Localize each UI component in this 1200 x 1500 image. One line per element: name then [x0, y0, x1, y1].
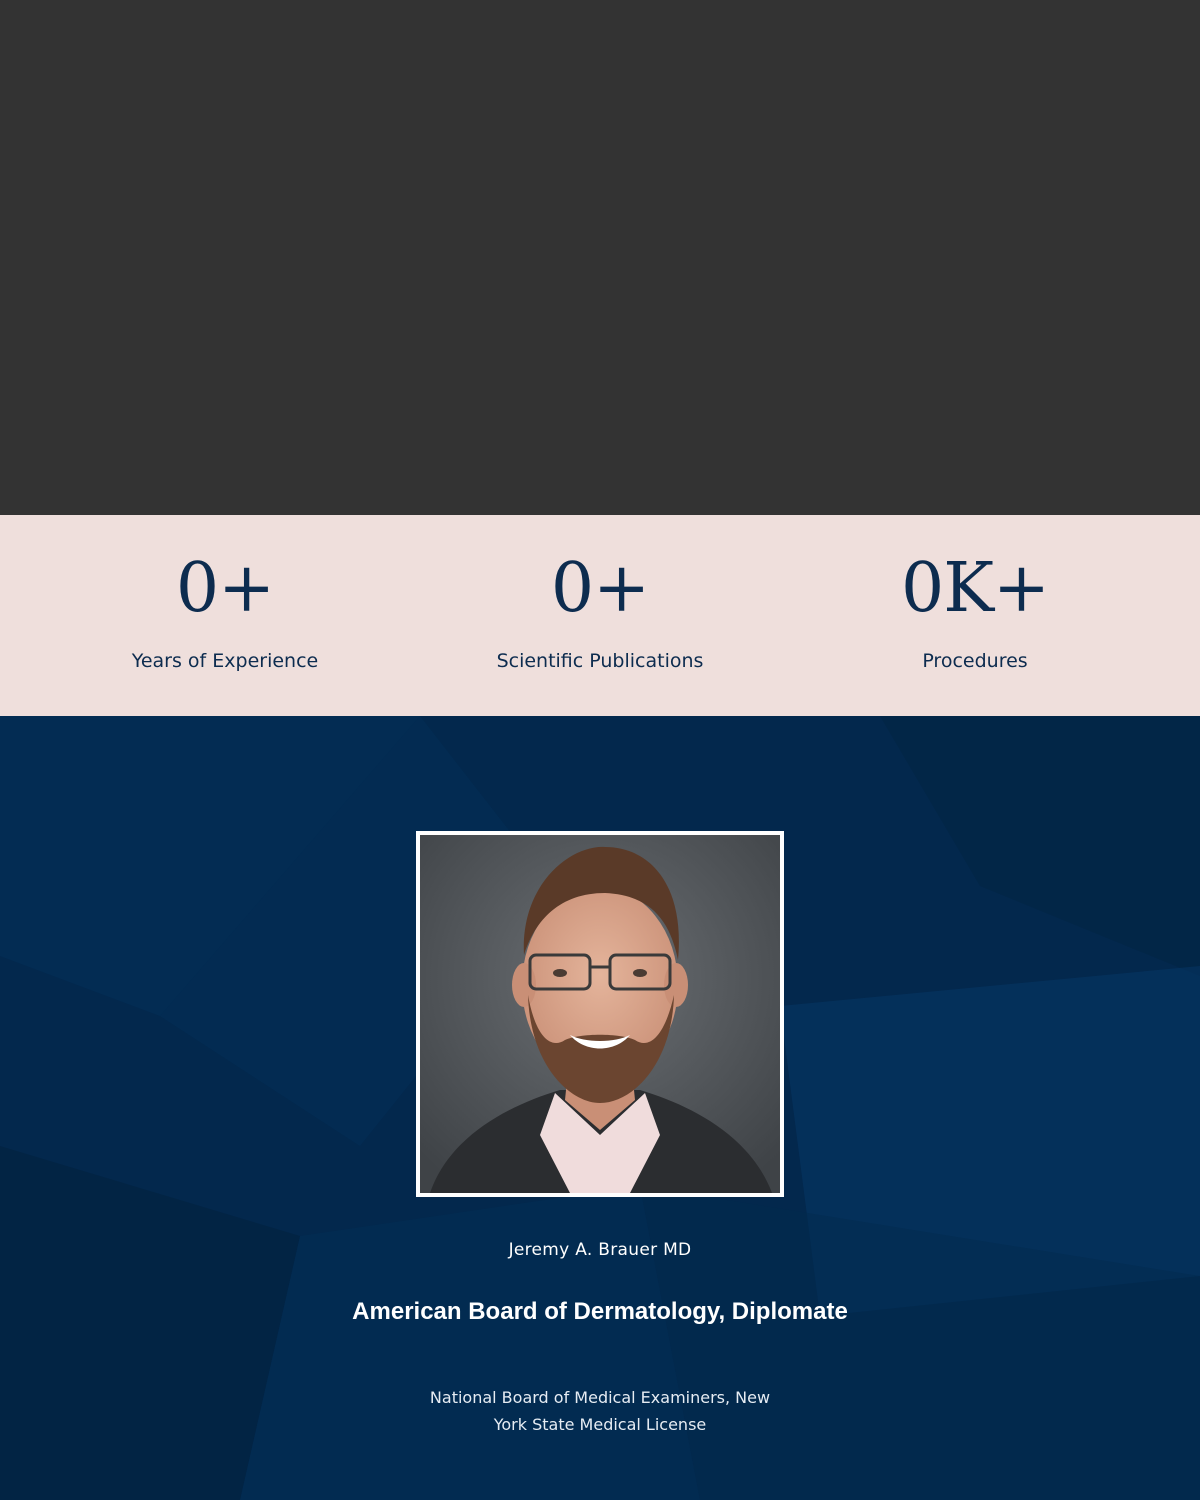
stat-label: Procedures [922, 650, 1028, 672]
doctor-portrait [416, 831, 784, 1197]
stat-procedures: 0K+ Procedures [815, 549, 1135, 673]
stat-value: 0K+ [900, 549, 1050, 628]
stat-value: 0+ [175, 549, 275, 628]
portrait-image [420, 835, 780, 1193]
stat-label: Scientific Publications [496, 650, 704, 672]
hero-banner [0, 0, 1200, 515]
stat-years-experience: 0+ Years of Experience [65, 549, 385, 673]
stats-bar: 0+ Years of Experience 0+ Scientific Pub… [0, 515, 1200, 716]
credential-title: American Board of Dermatology, Diplomate [352, 1298, 848, 1325]
stat-value: 0+ [550, 549, 650, 628]
stat-scientific-publications: 0+ Scientific Publications [440, 549, 760, 673]
doctor-name: Jeremy A. Brauer MD [508, 1240, 692, 1260]
doctor-profile-section: Jeremy A. Brauer MD American Board of De… [0, 716, 1200, 1500]
credential-subtitle: National Board of Medical Examiners, New… [429, 1388, 771, 1434]
stat-label: Years of Experience [131, 650, 319, 672]
